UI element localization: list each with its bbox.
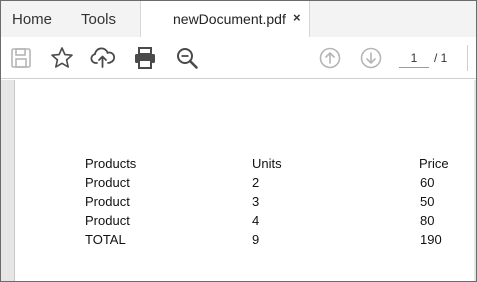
close-tab-icon[interactable]: ×: [293, 10, 301, 25]
save-icon[interactable]: [8, 45, 34, 71]
tab-document[interactable]: newDocument.pdf: [140, 1, 310, 37]
tab-home[interactable]: Home: [12, 1, 52, 37]
header-products: Products: [85, 156, 137, 171]
table-total-units: 9: [252, 232, 260, 247]
current-page-input[interactable]: 1: [399, 48, 429, 68]
table-cell: Product: [85, 213, 130, 228]
pdf-viewer-window: Home Tools newDocument.pdf × 1 / 1 Produ…: [0, 0, 477, 282]
page-total: / 1: [434, 51, 448, 65]
table-cell: 2: [252, 175, 260, 190]
table-cell: 3: [252, 194, 260, 209]
tab-bar: Home Tools newDocument.pdf ×: [1, 1, 476, 37]
toolbar: 1 / 1: [1, 37, 476, 79]
header-units: Units: [252, 156, 282, 171]
table-cell: 60: [420, 175, 435, 190]
table-cell: 4: [252, 213, 260, 228]
table-cell: 50: [420, 194, 435, 209]
table-cell: Product: [85, 194, 130, 209]
star-icon[interactable]: [49, 45, 75, 71]
upload-cloud-icon[interactable]: [90, 45, 116, 71]
page-down-icon[interactable]: [358, 45, 384, 71]
zoom-icon[interactable]: [174, 45, 200, 71]
toolbar-divider: [467, 45, 468, 71]
tab-document-label: newDocument.pdf: [173, 11, 286, 27]
print-icon[interactable]: [132, 45, 158, 71]
pdf-page: Products Units Price Product 2 60 Produc…: [14, 80, 474, 281]
table-total-label: TOTAL: [85, 232, 126, 247]
table-cell: 80: [420, 213, 435, 228]
page-up-icon[interactable]: [317, 45, 343, 71]
document-area[interactable]: Products Units Price Product 2 60 Produc…: [1, 80, 476, 281]
header-price: Price: [419, 156, 449, 171]
table-total-price: 190: [420, 232, 442, 247]
table-cell: Product: [85, 175, 130, 190]
tab-tools[interactable]: Tools: [81, 1, 116, 37]
